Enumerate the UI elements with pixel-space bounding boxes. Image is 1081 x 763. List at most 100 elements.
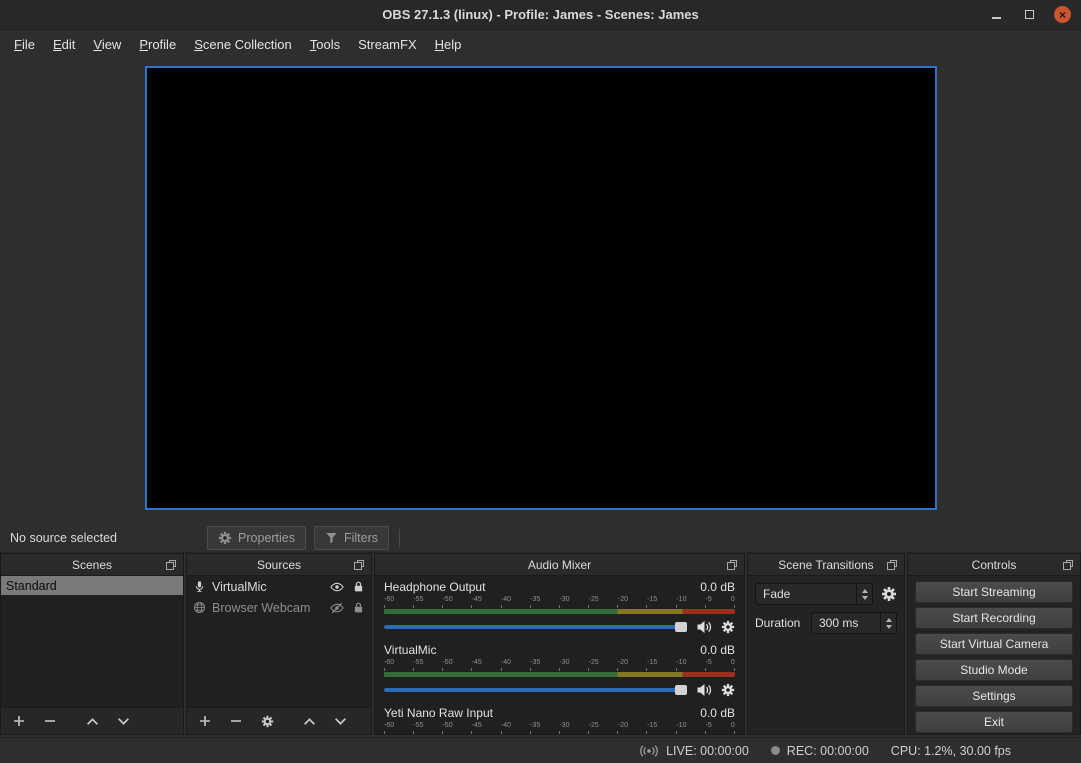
chevron-up-icon (886, 618, 892, 622)
add-scene-button[interactable] (12, 714, 26, 728)
lock-icon[interactable] (352, 580, 365, 593)
scene-item-standard[interactable]: Standard (1, 576, 183, 595)
maximize-icon (1025, 10, 1034, 19)
sources-panel-title: Sources (257, 558, 301, 572)
menu-scene-collection[interactable]: Scene Collection (185, 30, 301, 58)
menu-bar: File Edit View Profile Scene Collection … (0, 30, 1081, 58)
settings-button[interactable]: Settings (915, 685, 1073, 707)
scenes-panel: Scenes Standard (0, 553, 184, 735)
volume-slider[interactable] (384, 685, 687, 695)
move-scene-up-button[interactable] (85, 714, 99, 728)
plus-icon (13, 715, 25, 727)
exit-button[interactable]: Exit (915, 711, 1073, 733)
preview-area (0, 58, 1081, 523)
plus-icon (199, 715, 211, 727)
scenes-panel-title: Scenes (72, 558, 112, 572)
menu-profile[interactable]: Profile (130, 30, 185, 58)
popout-icon[interactable] (725, 558, 739, 572)
transition-select[interactable]: Fade (755, 583, 873, 605)
duration-spinner[interactable] (880, 613, 896, 633)
popout-icon[interactable] (1061, 558, 1075, 572)
move-source-down-button[interactable] (333, 714, 347, 728)
status-bar: LIVE: 00:00:00 REC: 00:00:00 CPU: 1.2%, … (0, 737, 1081, 763)
gear-icon[interactable] (721, 620, 735, 634)
menu-help[interactable]: Help (426, 30, 471, 58)
visibility-eye-off-icon[interactable] (330, 601, 344, 615)
source-item-browser-webcam[interactable]: Browser Webcam (187, 597, 371, 618)
remove-scene-button[interactable] (43, 714, 57, 728)
source-item-virtualmic[interactable]: VirtualMic (187, 576, 371, 597)
mixer-tickmarks (384, 731, 735, 734)
mixer-scale: -60-55-50-45-40-35-30-25-20-15-10-50 (384, 659, 735, 667)
start-virtual-camera-button[interactable]: Start Virtual Camera (915, 633, 1073, 655)
duration-spinbox[interactable]: 300 ms (811, 612, 897, 634)
audio-mixer-panel: Audio Mixer Headphone Output 0.0 dB -60-… (374, 553, 745, 735)
popout-icon[interactable] (885, 558, 899, 572)
scene-transitions-header: Scene Transitions (748, 554, 904, 576)
visibility-eye-icon[interactable] (330, 580, 344, 594)
gear-icon (218, 531, 232, 545)
source-label: VirtualMic (212, 580, 324, 594)
transition-properties-button[interactable] (881, 586, 897, 602)
maximize-button[interactable] (1021, 6, 1038, 23)
dock-area: Scenes Standard Sources Virt (0, 553, 1081, 735)
mixer-channel-level: 0.0 dB (700, 643, 735, 657)
rec-status: REC: 00:00:00 (787, 744, 869, 758)
source-properties-button[interactable] (260, 714, 274, 728)
window-controls: × (988, 0, 1071, 29)
controls-body: Start Streaming Start Recording Start Vi… (908, 576, 1080, 734)
volume-slider-handle[interactable] (675, 685, 687, 695)
source-label: Browser Webcam (212, 601, 324, 615)
chevron-up-icon (862, 589, 868, 593)
controls-panel: Controls Start Streaming Start Recording… (907, 553, 1081, 735)
start-recording-button[interactable]: Start Recording (915, 607, 1073, 629)
menu-streamfx[interactable]: StreamFX (349, 30, 426, 58)
mixer-channel-headphone-output: Headphone Output 0.0 dB -60-55-50-45-40-… (375, 576, 744, 634)
close-icon: × (1059, 9, 1066, 21)
live-status-group: LIVE: 00:00:00 (639, 744, 749, 758)
speaker-icon[interactable] (696, 682, 712, 698)
volume-slider-handle[interactable] (675, 622, 687, 632)
select-spinner[interactable] (856, 584, 872, 604)
menu-file[interactable]: File (5, 30, 44, 58)
start-streaming-button[interactable]: Start Streaming (915, 581, 1073, 603)
gear-icon (881, 586, 897, 602)
speaker-icon[interactable] (696, 619, 712, 635)
mixer-channel-yeti-nano: Yeti Nano Raw Input 0.0 dB -60-55-50-45-… (375, 702, 744, 734)
microphone-icon (193, 580, 206, 593)
menu-view[interactable]: View (84, 30, 130, 58)
sources-panel-header: Sources (187, 554, 371, 576)
chevron-down-icon (334, 715, 347, 728)
gear-icon[interactable] (721, 683, 735, 697)
scene-transitions-body: Fade Duration 300 ms (748, 576, 904, 734)
minimize-button[interactable] (988, 6, 1005, 23)
live-status: LIVE: 00:00:00 (666, 744, 749, 758)
volume-slider-track (384, 688, 687, 692)
scene-transitions-title: Scene Transitions (778, 558, 873, 572)
preview-canvas[interactable] (145, 66, 937, 510)
filters-label: Filters (344, 531, 378, 545)
menu-tools[interactable]: Tools (301, 30, 349, 58)
studio-mode-button[interactable]: Studio Mode (915, 659, 1073, 681)
no-source-label: No source selected (10, 531, 207, 545)
source-toolbar: No source selected Properties Filters (0, 523, 1081, 553)
move-scene-down-button[interactable] (116, 714, 130, 728)
controls-title: Controls (972, 558, 1017, 572)
minus-icon (230, 715, 242, 727)
scene-transitions-panel: Scene Transitions Fade (747, 553, 905, 735)
move-source-up-button[interactable] (302, 714, 316, 728)
remove-source-button[interactable] (229, 714, 243, 728)
lock-icon[interactable] (352, 601, 365, 614)
close-button[interactable]: × (1054, 6, 1071, 23)
filters-button[interactable]: Filters (314, 526, 389, 550)
rec-status-group: REC: 00:00:00 (771, 744, 869, 758)
audio-mixer-header: Audio Mixer (375, 554, 744, 576)
gear-icon (261, 715, 274, 728)
popout-icon[interactable] (164, 558, 178, 572)
duration-value: 300 ms (812, 616, 880, 630)
popout-icon[interactable] (352, 558, 366, 572)
volume-slider[interactable] (384, 622, 687, 632)
add-source-button[interactable] (198, 714, 212, 728)
menu-edit[interactable]: Edit (44, 30, 84, 58)
properties-button[interactable]: Properties (207, 526, 306, 550)
